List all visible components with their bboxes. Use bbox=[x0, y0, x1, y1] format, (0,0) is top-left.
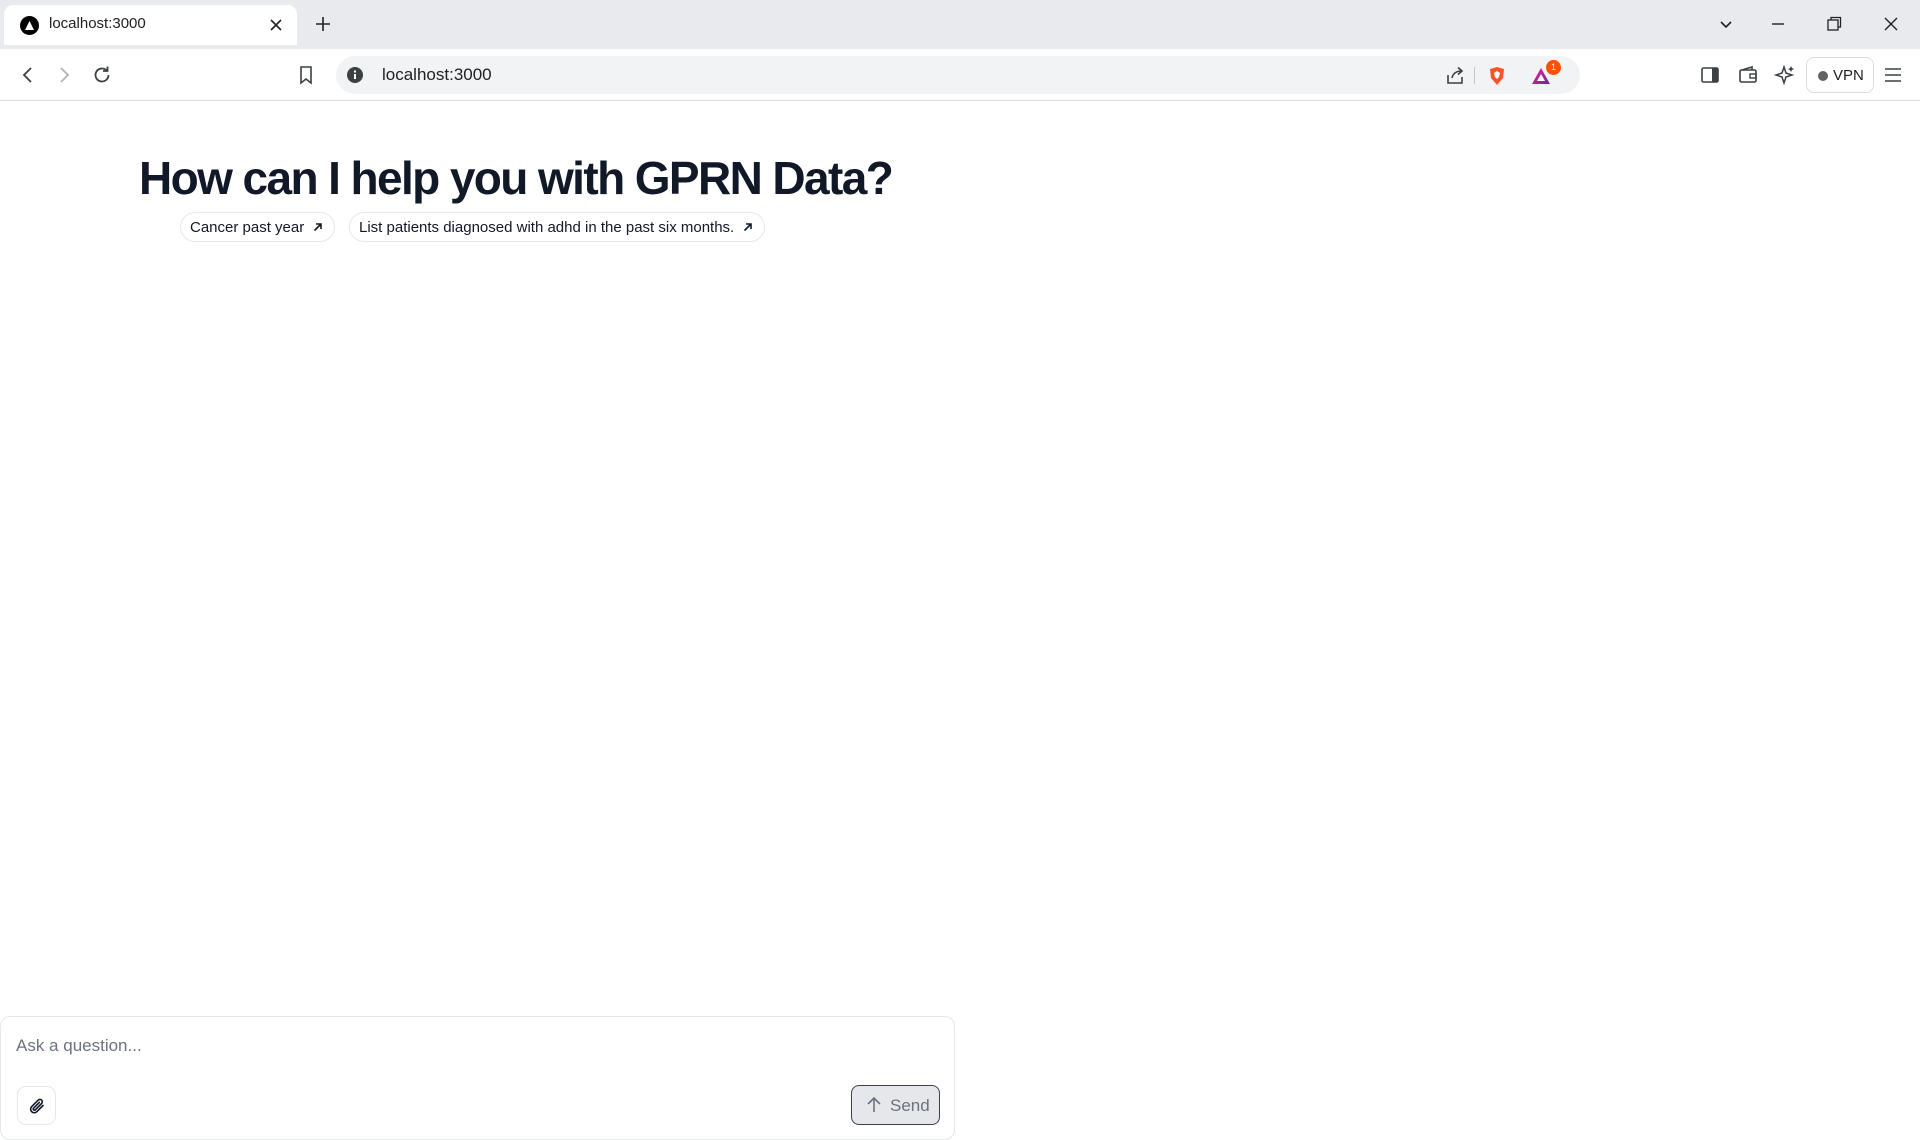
suggestion-chip[interactable]: Cancer past year bbox=[180, 212, 336, 242]
close-window-icon[interactable] bbox=[1881, 14, 1901, 34]
menu-hamburger-icon[interactable] bbox=[1882, 64, 1904, 86]
omnibox-divider bbox=[1474, 67, 1475, 84]
close-tab-icon[interactable] bbox=[268, 17, 284, 33]
back-icon[interactable] bbox=[16, 63, 40, 87]
arrow-up-icon bbox=[867, 1096, 881, 1112]
share-icon[interactable] bbox=[1444, 65, 1466, 87]
restore-window-icon[interactable] bbox=[1824, 14, 1844, 34]
leo-ai-icon[interactable] bbox=[1773, 64, 1796, 86]
send-button[interactable]: Send bbox=[851, 1085, 940, 1125]
sidebar-toggle-icon[interactable] bbox=[1699, 64, 1721, 86]
attach-button[interactable] bbox=[17, 1086, 56, 1125]
chat-composer: Send bbox=[0, 1016, 955, 1140]
browser-toolbar: localhost:3000 1 VPN bbox=[0, 49, 1920, 101]
new-tab-icon[interactable] bbox=[313, 14, 333, 34]
arrow-up-right-icon bbox=[744, 223, 753, 232]
tab-title: localhost:3000 bbox=[49, 15, 146, 32]
paperclip-icon bbox=[29, 1098, 44, 1114]
tab-search-chevron-icon[interactable] bbox=[1716, 14, 1736, 34]
site-info-icon[interactable] bbox=[346, 66, 364, 84]
forward-icon[interactable] bbox=[52, 63, 76, 87]
reload-icon[interactable] bbox=[90, 63, 114, 87]
browser-tabstrip: localhost:3000 bbox=[0, 0, 1920, 49]
page-title: How can I help you with GPRN Data? bbox=[139, 152, 894, 204]
browser-tab[interactable]: localhost:3000 bbox=[4, 5, 297, 45]
rewards-badge: 1 bbox=[1546, 60, 1561, 75]
question-input[interactable] bbox=[16, 1033, 916, 1059]
url-text: localhost:3000 bbox=[382, 65, 492, 84]
minimize-window-icon[interactable] bbox=[1768, 14, 1788, 34]
triangle-logo-icon bbox=[20, 16, 39, 35]
page-content: How can I help you with GPRN Data? Cance… bbox=[0, 101, 1920, 1140]
vpn-status-icon bbox=[1818, 71, 1828, 81]
vpn-label: VPN bbox=[1833, 67, 1864, 84]
vpn-button[interactable]: VPN bbox=[1806, 57, 1874, 93]
suggestion-label: Cancer past year bbox=[190, 218, 305, 236]
address-bar[interactable]: localhost:3000 1 bbox=[336, 56, 1580, 94]
wallet-icon[interactable] bbox=[1737, 64, 1759, 86]
send-label: Send bbox=[890, 1096, 930, 1115]
bookmark-icon[interactable] bbox=[294, 63, 318, 87]
suggestion-label: List patients diagnosed with adhd in the… bbox=[359, 218, 735, 236]
arrow-up-right-icon bbox=[314, 223, 323, 232]
brave-shields-icon[interactable] bbox=[1486, 65, 1508, 87]
suggestion-chip[interactable]: List patients diagnosed with adhd in the… bbox=[349, 212, 766, 242]
